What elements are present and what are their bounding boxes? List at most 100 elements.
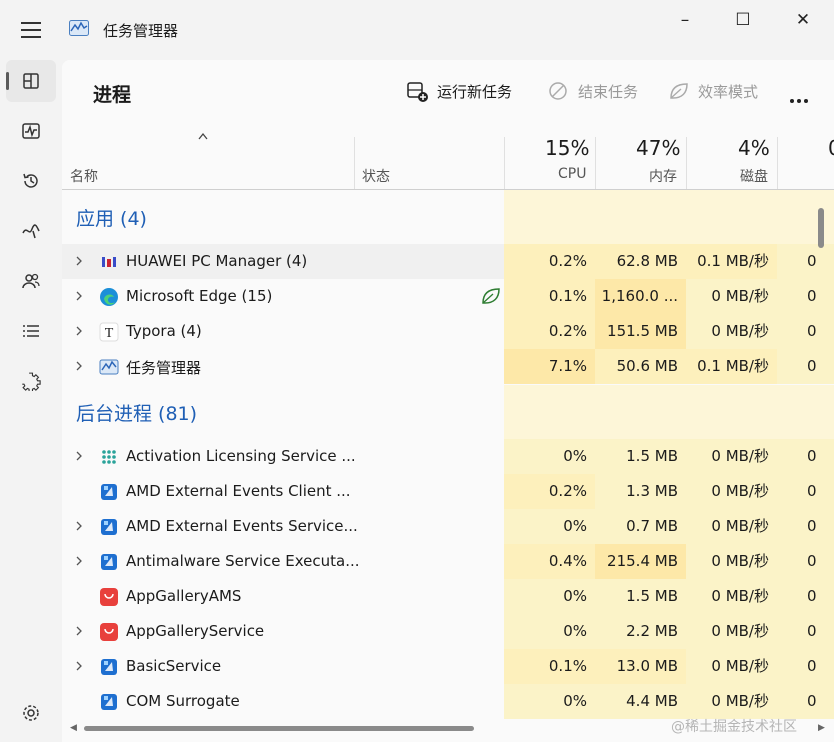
appgallery-icon: [99, 622, 119, 642]
mem-total: 47%: [636, 136, 681, 160]
col-memory[interactable]: 内存: [649, 166, 677, 186]
cpu-cell: 0.2%: [504, 244, 595, 279]
scroll-right-icon[interactable]: ▶: [818, 723, 825, 733]
chevron-right-icon[interactable]: [74, 359, 84, 373]
table-row[interactable]: Activation Licensing Service ... 0% 1.5 MB…: [62, 439, 834, 474]
users-icon: [22, 273, 40, 289]
heat-cell: [504, 385, 595, 439]
col-name[interactable]: 名称: [70, 166, 98, 186]
disk-cell: 0 MB/秒: [686, 314, 777, 349]
chevron-right-icon[interactable]: [74, 449, 84, 463]
network-cell: 0: [777, 439, 834, 474]
network-cell: 0: [777, 684, 834, 719]
process-name: AMD External Events Client ...: [126, 482, 351, 500]
run-new-task-label: 运行新任务: [437, 83, 513, 101]
table-row[interactable]: COM Surrogate 0% 4.4 MB 0 MB/秒 0: [62, 684, 834, 719]
typora-icon: T: [99, 322, 119, 342]
disk-cell: 0.1 MB/秒: [686, 349, 777, 384]
network-cell: 0: [777, 314, 834, 349]
maximize-button[interactable]: ☐: [728, 10, 758, 30]
network-cell: 0: [777, 509, 834, 544]
nav-services[interactable]: [6, 360, 56, 402]
task-manager-icon: [99, 357, 119, 377]
nav-app-history[interactable]: [6, 160, 56, 202]
table-row[interactable]: 任务管理器 7.1% 50.6 MB 0.1 MB/秒 0: [62, 349, 834, 384]
cpu-cell: 0.2%: [504, 474, 595, 509]
services-icon: [22, 372, 41, 391]
table-row[interactable]: BasicService 0.1% 13.0 MB 0 MB/秒 0: [62, 649, 834, 684]
disk-cell: 0 MB/秒: [686, 579, 777, 614]
table-row[interactable]: Antimalware Service Executa... 0.4% 215.4 …: [62, 544, 834, 579]
memory-cell: 1.5 MB: [595, 579, 686, 614]
leaf-icon: [670, 83, 688, 99]
col-disk[interactable]: 磁盘: [740, 166, 768, 186]
chevron-right-icon[interactable]: [74, 324, 84, 338]
table-row[interactable]: AppGalleryAMS 0% 1.5 MB 0 MB/秒 0: [62, 579, 834, 614]
memory-cell: 215.4 MB: [595, 544, 686, 579]
chevron-right-icon[interactable]: [74, 254, 84, 268]
table-row[interactable]: AMD External Events Service... 0% 0.7 MB 0 …: [62, 509, 834, 544]
end-task-label: 结束任务: [578, 83, 639, 101]
table-row[interactable]: HUAWEI PC Manager (4) 0.2% 62.8 MB 0.1 MB/秒…: [62, 244, 834, 279]
col-cpu[interactable]: CPU: [558, 166, 586, 182]
minimize-button[interactable]: –: [670, 10, 700, 30]
nav-processes[interactable]: [6, 60, 56, 102]
col-separator: [777, 137, 778, 189]
heat-cell: [504, 190, 595, 244]
cpu-cell: 0%: [504, 509, 595, 544]
end-task-icon: [549, 82, 567, 100]
sort-caret-icon[interactable]: [198, 132, 208, 140]
performance-icon: [22, 123, 40, 139]
more-options-icon[interactable]: [790, 88, 811, 107]
table-row[interactable]: Microsoft Edge (15) 0.1% 1,160.0 ... 0 MB/秒…: [62, 279, 834, 314]
chevron-right-icon[interactable]: [74, 554, 84, 568]
nav-settings[interactable]: [6, 692, 56, 734]
cpu-cell: 0%: [504, 439, 595, 474]
process-name: Antimalware Service Executa...: [126, 552, 360, 570]
run-new-task-icon: [407, 82, 428, 102]
efficiency-leaf-icon: [482, 288, 500, 304]
network-cell: 0: [777, 614, 834, 649]
efficiency-mode-label: 效率模式: [698, 83, 759, 101]
chevron-right-icon[interactable]: [74, 519, 84, 533]
cpu-cell: 0%: [504, 614, 595, 649]
disk-cell: 0.1 MB/秒: [686, 244, 777, 279]
nav-sidebar: [0, 60, 62, 742]
history-icon: [23, 173, 38, 188]
scroll-left-icon[interactable]: ◀: [70, 723, 77, 733]
net-total: 0: [828, 136, 834, 160]
col-separator: [504, 137, 505, 189]
chevron-right-icon[interactable]: [74, 289, 84, 303]
disk-cell: 0 MB/秒: [686, 439, 777, 474]
cpu-cell: 0%: [504, 579, 595, 614]
chevron-right-icon[interactable]: [74, 659, 84, 673]
table-row[interactable]: AppGalleryService 0% 2.2 MB 0 MB/秒 0: [62, 614, 834, 649]
process-name: AppGalleryService: [126, 622, 265, 640]
disk-cell: 0 MB/秒: [686, 509, 777, 544]
nav-performance[interactable]: [6, 110, 56, 152]
nav-users[interactable]: [6, 260, 56, 302]
column-header: 名称 状态 15% CPU 47% 内存 4% 磁盘 0: [62, 122, 834, 190]
nav-details[interactable]: [6, 310, 56, 352]
disk-cell: 0 MB/秒: [686, 684, 777, 719]
vertical-scrollbar[interactable]: [818, 208, 824, 248]
process-name: BasicService: [126, 657, 222, 675]
table-row[interactable]: AMD External Events Client ... 0.2% 1.3 MB…: [62, 474, 834, 509]
process-name: 任务管理器: [126, 359, 202, 377]
chevron-right-icon[interactable]: [74, 624, 84, 638]
nav-startup[interactable]: [6, 210, 56, 252]
memory-cell: 1.5 MB: [595, 439, 686, 474]
activation-icon: [99, 447, 119, 467]
heat-cell: [777, 190, 834, 244]
heat-cell: [595, 190, 686, 244]
menu-icon[interactable]: [21, 22, 41, 38]
col-status[interactable]: 状态: [362, 166, 390, 186]
disk-cell: 0 MB/秒: [686, 649, 777, 684]
table-row[interactable]: T Typora (4) 0.2% 151.5 MB 0 MB/秒 0: [62, 314, 834, 349]
memory-cell: 151.5 MB: [595, 314, 686, 349]
details-icon: [23, 325, 39, 337]
horizontal-scrollbar[interactable]: [84, 726, 474, 731]
close-button[interactable]: ✕: [788, 10, 818, 30]
network-cell: 0: [777, 579, 834, 614]
task-manager-app-icon: [69, 20, 89, 36]
